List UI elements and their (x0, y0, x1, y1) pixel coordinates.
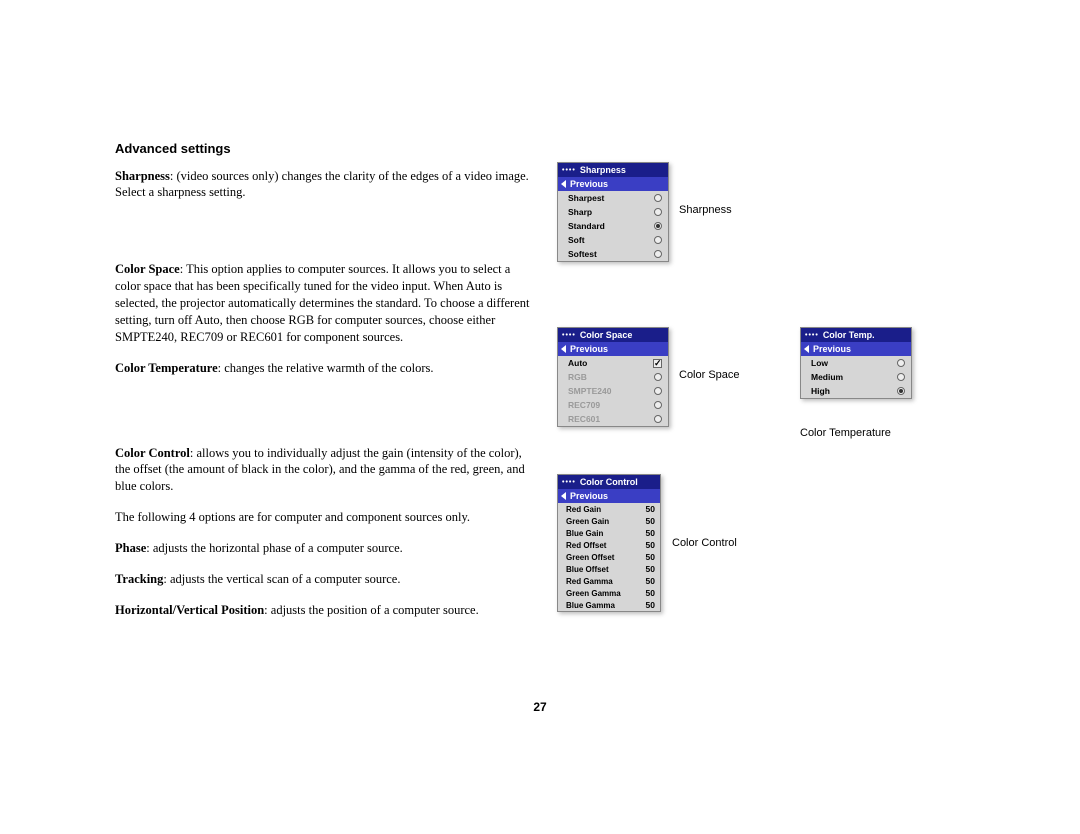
osd-colorcontrol-menu: •••• Color Control Previous Red Gain50 G… (557, 474, 661, 612)
triangle-left-icon (561, 492, 566, 500)
osd-previous-row[interactable]: Previous (558, 342, 668, 356)
osd-title: •••• Color Temp. (801, 328, 911, 342)
caption-sharpness: Sharpness (679, 204, 732, 216)
osd-row-medium[interactable]: Medium (801, 370, 911, 384)
osd-row-greengamma[interactable]: Green Gamma50 (558, 587, 660, 599)
paragraph-sharpness: Sharpness: (video sources only) changes … (115, 168, 535, 202)
paragraph-colortemp: Color Temperature: changes the relative … (115, 360, 535, 377)
term-colortemp: Color Temperature (115, 361, 218, 375)
text-sharpness: : (video sources only) changes the clari… (115, 169, 529, 200)
osd-row-high[interactable]: High (801, 384, 911, 398)
osd-previous-row[interactable]: Previous (801, 342, 911, 356)
osd-row-greenoffset[interactable]: Green Offset50 (558, 551, 660, 563)
radio-icon (654, 401, 662, 409)
osd-row-sharp[interactable]: Sharp (558, 205, 668, 219)
section-heading: Advanced settings (115, 140, 535, 158)
text-hvpos: : adjusts the position of a computer sou… (264, 603, 479, 617)
osd-title: •••• Sharpness (558, 163, 668, 177)
text-tracking: : adjusts the vertical scan of a compute… (163, 572, 400, 586)
dots-icon: •••• (562, 167, 576, 174)
term-colorspace: Color Space (115, 262, 180, 276)
osd-previous-text: Previous (570, 491, 608, 501)
radio-icon (654, 415, 662, 423)
osd-previous-text: Previous (570, 344, 608, 354)
osd-title-text: Color Temp. (823, 330, 875, 340)
osd-previous-text: Previous (570, 179, 608, 189)
osd-row-standard[interactable]: Standard (558, 219, 668, 233)
osd-colortemp-menu: •••• Color Temp. Previous Low Medium Hig… (800, 327, 912, 399)
paragraph-colorcontrol: Color Control: allows you to individuall… (115, 445, 535, 496)
osd-row-redoffset[interactable]: Red Offset50 (558, 539, 660, 551)
dots-icon: •••• (562, 479, 576, 486)
osd-title-text: Color Space (580, 330, 633, 340)
osd-row-redgain[interactable]: Red Gain50 (558, 503, 660, 515)
radio-icon (654, 250, 662, 258)
paragraph-following4: The following 4 options are for computer… (115, 509, 535, 526)
paragraph-phase: Phase: adjusts the horizontal phase of a… (115, 540, 535, 557)
triangle-left-icon (561, 345, 566, 353)
paragraph-tracking: Tracking: adjusts the vertical scan of a… (115, 571, 535, 588)
caption-colorspace: Color Space (679, 369, 740, 381)
osd-row-bluegain[interactable]: Blue Gain50 (558, 527, 660, 539)
osd-row-low[interactable]: Low (801, 356, 911, 370)
osd-previous-text: Previous (813, 344, 851, 354)
osd-title-text: Color Control (580, 477, 638, 487)
osd-colorcontrol-group: •••• Color Control Previous Red Gain50 G… (557, 474, 661, 612)
paragraph-hvpos: Horizontal/Vertical Position: adjusts th… (115, 602, 535, 619)
text-phase: : adjusts the horizontal phase of a comp… (146, 541, 403, 555)
radio-icon (897, 373, 905, 381)
osd-title: •••• Color Control (558, 475, 660, 489)
paragraph-colorspace: Color Space: This option applies to comp… (115, 261, 535, 345)
osd-colortemp-group: •••• Color Temp. Previous Low Medium Hig… (800, 327, 912, 399)
osd-row-rec601: REC601 (558, 412, 668, 426)
osd-row-greengain[interactable]: Green Gain50 (558, 515, 660, 527)
osd-previous-row[interactable]: Previous (558, 177, 668, 191)
radio-icon (654, 373, 662, 381)
triangle-left-icon (804, 345, 809, 353)
radio-icon (654, 208, 662, 216)
term-colorcontrol: Color Control (115, 446, 190, 460)
page-number: 27 (0, 700, 1080, 714)
osd-row-redgamma[interactable]: Red Gamma50 (558, 575, 660, 587)
osd-colorspace-group: •••• Color Space Previous Auto RGB SMPTE… (557, 327, 669, 427)
osd-row-sharpest[interactable]: Sharpest (558, 191, 668, 205)
osd-previous-row[interactable]: Previous (558, 489, 660, 503)
text-colortemp: : changes the relative warmth of the col… (218, 361, 434, 375)
osd-row-soft[interactable]: Soft (558, 233, 668, 247)
osd-row-smpte240: SMPTE240 (558, 384, 668, 398)
radio-icon (897, 359, 905, 367)
osd-row-blueoffset[interactable]: Blue Offset50 (558, 563, 660, 575)
radio-selected-icon (897, 387, 905, 395)
radio-selected-icon (654, 222, 662, 230)
osd-row-auto[interactable]: Auto (558, 356, 668, 370)
caption-colorcontrol: Color Control (672, 537, 737, 549)
left-column: Advanced settings Sharpness: (video sour… (115, 140, 535, 633)
osd-sharpness-group: •••• Sharpness Previous Sharpest Sharp S… (557, 162, 669, 262)
osd-title: •••• Color Space (558, 328, 668, 342)
page-body: Advanced settings Sharpness: (video sour… (115, 140, 965, 633)
term-phase: Phase (115, 541, 146, 555)
osd-row-bluegamma[interactable]: Blue Gamma50 (558, 599, 660, 611)
term-tracking: Tracking (115, 572, 163, 586)
term-sharpness: Sharpness (115, 169, 170, 183)
dots-icon: •••• (562, 332, 576, 339)
dots-icon: •••• (805, 332, 819, 339)
osd-row-rec709: REC709 (558, 398, 668, 412)
checkbox-checked-icon (653, 359, 662, 368)
triangle-left-icon (561, 180, 566, 188)
caption-colortemp: Color Temperature (800, 427, 891, 439)
osd-row-softest[interactable]: Softest (558, 247, 668, 261)
radio-icon (654, 194, 662, 202)
osd-row-rgb: RGB (558, 370, 668, 384)
radio-icon (654, 236, 662, 244)
osd-sharpness-menu: •••• Sharpness Previous Sharpest Sharp S… (557, 162, 669, 262)
term-hvpos: Horizontal/Vertical Position (115, 603, 264, 617)
radio-icon (654, 387, 662, 395)
osd-colorspace-menu: •••• Color Space Previous Auto RGB SMPTE… (557, 327, 669, 427)
osd-title-text: Sharpness (580, 165, 626, 175)
